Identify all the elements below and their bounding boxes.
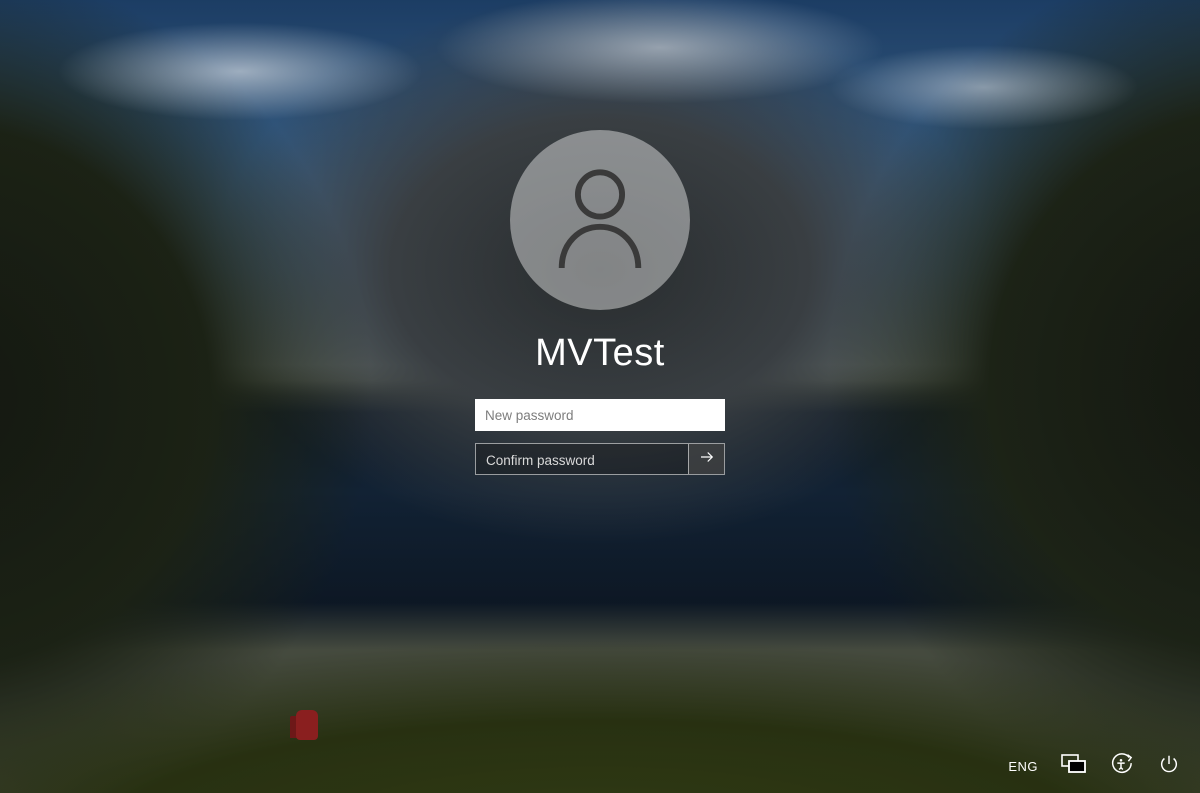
arrow-right-icon: [698, 448, 716, 471]
confirm-password-input[interactable]: [476, 444, 688, 476]
power-button[interactable]: [1156, 753, 1182, 779]
confirm-password-field-wrap: [475, 443, 725, 475]
ease-of-access-icon: [1109, 752, 1133, 781]
power-icon: [1158, 753, 1180, 780]
user-avatar: [510, 130, 690, 310]
network-button[interactable]: [1060, 753, 1086, 779]
language-indicator[interactable]: ENG: [1008, 759, 1038, 774]
ease-of-access-button[interactable]: [1108, 753, 1134, 779]
system-tray: ENG: [1008, 753, 1182, 779]
new-password-field-wrap: [475, 399, 725, 431]
login-panel: MVTest: [400, 130, 800, 475]
new-password-input[interactable]: [475, 399, 725, 431]
username-label: MVTest: [535, 332, 665, 375]
submit-button[interactable]: [688, 444, 724, 474]
person-icon: [552, 165, 648, 276]
network-icon: [1059, 752, 1087, 781]
